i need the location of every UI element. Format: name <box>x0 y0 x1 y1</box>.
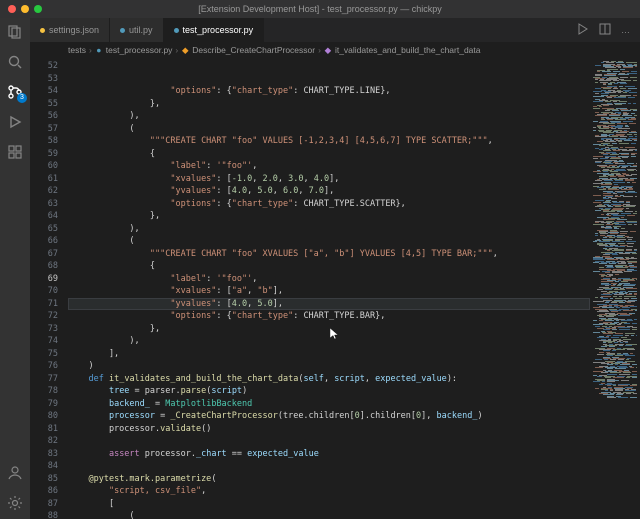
maximize-window-button[interactable] <box>34 5 42 13</box>
line-number-gutter: 5253545556575859606162636465666768697071… <box>30 58 68 519</box>
run-debug-icon[interactable] <box>7 114 23 130</box>
window-title: [Extension Development Host] - test_proc… <box>0 4 640 14</box>
breadcrumbs[interactable]: tests › ● test_processor.py › ◆ Describe… <box>30 42 640 58</box>
editor-group: settings.json util.py test_processor.py … <box>30 18 640 519</box>
method-symbol-icon: ◆ <box>324 46 332 54</box>
explorer-icon[interactable] <box>7 24 23 40</box>
run-button[interactable] <box>577 23 589 37</box>
split-editor-button[interactable] <box>599 23 611 37</box>
chevron-right-icon: › <box>318 45 321 55</box>
breadcrumb-class[interactable]: Describe_CreateChartProcessor <box>192 45 315 55</box>
tab-util-py[interactable]: util.py <box>110 18 164 42</box>
python-file-icon: ● <box>95 46 103 54</box>
json-file-icon <box>40 28 45 33</box>
window-controls <box>8 5 42 13</box>
editor-tab-actions: … <box>567 18 640 42</box>
titlebar: [Extension Development Host] - test_proc… <box>0 0 640 18</box>
settings-gear-icon[interactable] <box>7 495 23 511</box>
minimize-window-button[interactable] <box>21 5 29 13</box>
breadcrumb-method[interactable]: it_validates_and_build_the_chart_data <box>335 45 481 55</box>
editor-tabs: settings.json util.py test_processor.py … <box>30 18 640 42</box>
activity-bar: 3 <box>0 18 30 519</box>
source-control-icon[interactable]: 3 <box>7 84 23 100</box>
more-actions-button[interactable]: … <box>621 25 630 35</box>
scm-badge: 3 <box>17 93 27 103</box>
class-symbol-icon: ◆ <box>181 46 189 54</box>
extensions-icon[interactable] <box>7 144 23 160</box>
close-window-button[interactable] <box>8 5 16 13</box>
code-content[interactable]: "options": {"chart_type": CHART_TYPE.LIN… <box>68 58 590 519</box>
minimap[interactable] <box>590 58 640 519</box>
breadcrumb-file[interactable]: test_processor.py <box>106 45 173 55</box>
accounts-icon[interactable] <box>7 465 23 481</box>
python-file-icon <box>174 28 179 33</box>
tab-settings-json[interactable]: settings.json <box>30 18 110 42</box>
editor[interactable]: 5253545556575859606162636465666768697071… <box>30 58 640 519</box>
chevron-right-icon: › <box>175 45 178 55</box>
search-icon[interactable] <box>7 54 23 70</box>
tab-label: util.py <box>129 25 153 35</box>
python-file-icon <box>120 28 125 33</box>
tab-label: test_processor.py <box>183 25 254 35</box>
tab-label: settings.json <box>49 25 99 35</box>
breadcrumb-folder[interactable]: tests <box>68 45 86 55</box>
chevron-right-icon: › <box>89 45 92 55</box>
tab-test-processor-py[interactable]: test_processor.py <box>164 18 265 42</box>
